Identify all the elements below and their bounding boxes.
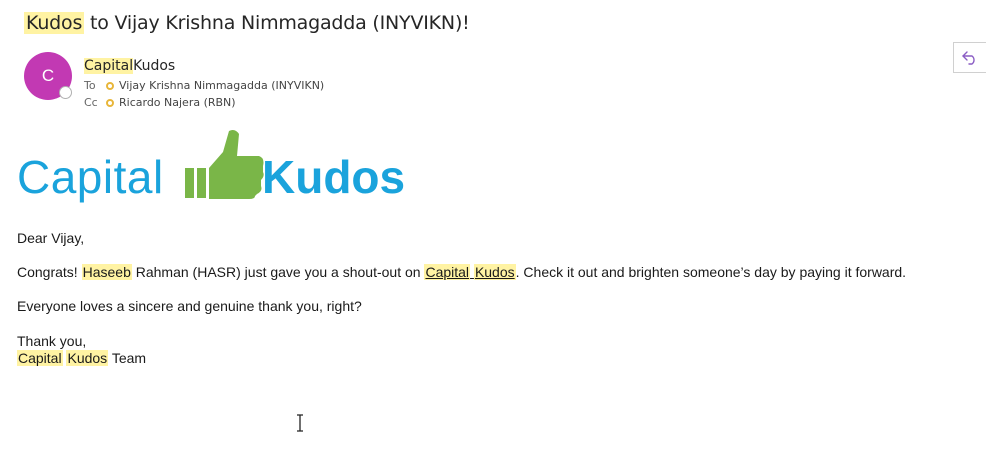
reply-icon xyxy=(962,50,975,65)
greeting: Dear Vijay, xyxy=(17,230,85,246)
logo-capital-text: Capital xyxy=(17,151,164,203)
signoff: Thank you, xyxy=(17,333,87,349)
logo-kudos-text: Kudos xyxy=(262,151,406,203)
email-subject: Kudos to Vijay Krishna Nimmagadda (INYVI… xyxy=(24,12,470,34)
presence-status-icon xyxy=(59,86,72,99)
capital-kudos-link[interactable]: Capital Kudos xyxy=(424,264,516,280)
sender-name-highlight: Capital xyxy=(84,58,134,74)
presence-unknown-icon xyxy=(106,98,114,107)
cc-label: Cc xyxy=(84,96,98,109)
subject-highlight: Kudos xyxy=(24,12,85,34)
body-paragraph-2: Everyone loves a sincere and genuine tha… xyxy=(17,298,362,314)
to-recipient[interactable]: Vijay Krishna Nimmagadda (INYVIKN) xyxy=(119,79,324,92)
sig-kudos: Kudos xyxy=(66,350,109,366)
thumbs-up-icon xyxy=(185,130,264,199)
presence-unknown-icon xyxy=(106,81,114,90)
sig-capital: Capital xyxy=(17,350,63,366)
reply-button[interactable] xyxy=(953,42,986,73)
p1-middle: Rahman (HASR) just gave you a shout-out … xyxy=(131,264,425,280)
text-cursor-icon xyxy=(297,414,303,432)
to-line: To Vijay Krishna Nimmagadda (INYVIKN) xyxy=(84,79,324,92)
cc-line: Cc Ricardo Najera (RBN) xyxy=(84,96,236,109)
capital-kudos-logo: Capital Kudos xyxy=(17,128,417,208)
link-kudos: Kudos xyxy=(473,264,516,280)
sender-name-rest: Kudos xyxy=(133,58,176,74)
signature: Capital Kudos Team xyxy=(17,350,146,366)
p1-start: Congrats! xyxy=(17,264,82,280)
body-paragraph-1: Congrats! Haseeb Rahman (HASR) just gave… xyxy=(17,264,906,280)
sig-team: Team xyxy=(108,350,147,366)
cc-recipient[interactable]: Ricardo Najera (RBN) xyxy=(119,96,236,109)
p1-end: . Check it out and brighten someone’s da… xyxy=(515,264,907,280)
p1-name-highlight: Haseeb xyxy=(81,264,132,280)
subject-text: to Vijay Krishna Nimmagadda (INYVIKN)! xyxy=(84,12,470,34)
link-capital: Capital xyxy=(424,264,471,280)
sender-name[interactable]: CapitalKudos xyxy=(84,58,175,74)
to-label: To xyxy=(84,79,96,92)
